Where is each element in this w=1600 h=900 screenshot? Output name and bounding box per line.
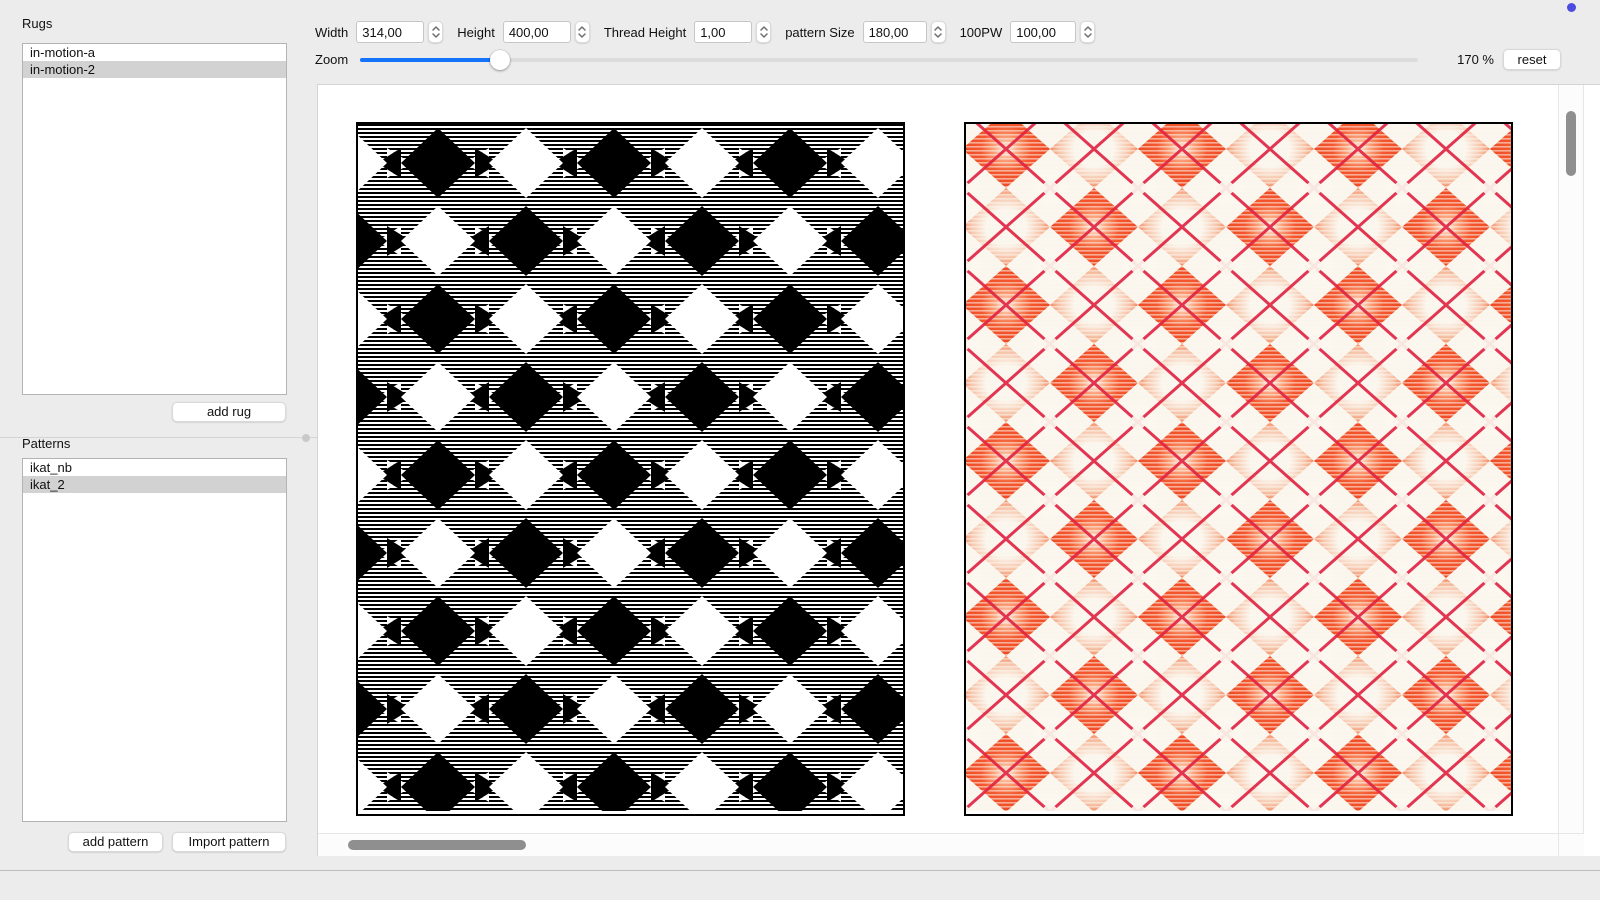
patterns-list: ikat_nb ikat_2 — [22, 458, 287, 822]
pattern-size-stepper — [931, 21, 946, 43]
thread-height-field[interactable] — [694, 21, 752, 43]
stepper-up-icon[interactable] — [1084, 26, 1092, 31]
rugs-label: Rugs — [22, 16, 52, 31]
zoom-slider[interactable] — [360, 49, 1418, 71]
100pw-label: 100PW — [960, 25, 1003, 40]
rug-preview-red — [964, 122, 1513, 816]
pattern-list-item[interactable]: ikat_nb — [23, 459, 286, 476]
100pw-stepper — [1080, 21, 1095, 43]
stepper-up-icon[interactable] — [578, 26, 586, 31]
stepper-down-icon[interactable] — [934, 33, 942, 38]
reset-zoom-button[interactable]: reset — [1503, 49, 1561, 70]
zoom-slider-thumb[interactable] — [490, 50, 510, 70]
pattern-list-item[interactable]: ikat_2 — [23, 476, 286, 493]
rugs-list: in-motion-a in-motion-2 — [22, 43, 287, 395]
stepper-up-icon[interactable] — [934, 26, 942, 31]
splitter-handle-icon[interactable] — [302, 434, 310, 442]
stepper-down-icon[interactable] — [1084, 33, 1092, 38]
height-label: Height — [457, 25, 495, 40]
add-pattern-button[interactable]: add pattern — [68, 832, 163, 852]
height-field[interactable] — [503, 21, 571, 43]
stepper-down-icon[interactable] — [578, 33, 586, 38]
pattern-size-label: pattern Size — [785, 25, 854, 40]
horizontal-scrollbar[interactable] — [318, 833, 1558, 856]
stepper-up-icon[interactable] — [432, 26, 440, 31]
scrollbar-corner — [1558, 833, 1584, 856]
thread-height-label: Thread Height — [604, 25, 686, 40]
width-label: Width — [315, 25, 348, 40]
add-rug-button[interactable]: add rug — [172, 402, 286, 422]
parameters-toolbar: Width Height Thread Height pattern Size … — [315, 21, 1109, 43]
vertical-scrollbar-thumb[interactable] — [1566, 111, 1576, 176]
black-white-ikat-pattern — [358, 124, 903, 811]
100pw-field[interactable] — [1010, 21, 1076, 43]
preview-panel — [317, 84, 1600, 856]
horizontal-scrollbar-thumb[interactable] — [348, 840, 526, 850]
zoom-toolbar: Zoom 170 % reset — [315, 49, 1585, 71]
width-field[interactable] — [356, 21, 424, 43]
width-stepper — [428, 21, 443, 43]
thread-height-stepper — [756, 21, 771, 43]
height-stepper — [575, 21, 590, 43]
status-bar-divider — [0, 870, 1600, 871]
patterns-label: Patterns — [22, 436, 70, 451]
pattern-size-field[interactable] — [863, 21, 927, 43]
import-pattern-button[interactable]: Import pattern — [172, 832, 286, 852]
red-ikat-pattern — [966, 124, 1511, 811]
rug-list-item[interactable]: in-motion-2 — [23, 61, 286, 78]
zoom-percent-value: 170 % — [1444, 52, 1494, 67]
vertical-scrollbar[interactable] — [1558, 85, 1584, 833]
zoom-slider-track[interactable] — [360, 58, 1418, 62]
zoom-label: Zoom — [315, 52, 348, 67]
stepper-up-icon[interactable] — [760, 26, 768, 31]
rug-list-item[interactable]: in-motion-a — [23, 44, 286, 61]
record-indicator-icon — [1567, 3, 1576, 12]
stepper-down-icon[interactable] — [760, 33, 768, 38]
rug-preview-black-white — [356, 122, 905, 816]
stepper-down-icon[interactable] — [432, 33, 440, 38]
zoom-slider-fill — [360, 58, 500, 62]
